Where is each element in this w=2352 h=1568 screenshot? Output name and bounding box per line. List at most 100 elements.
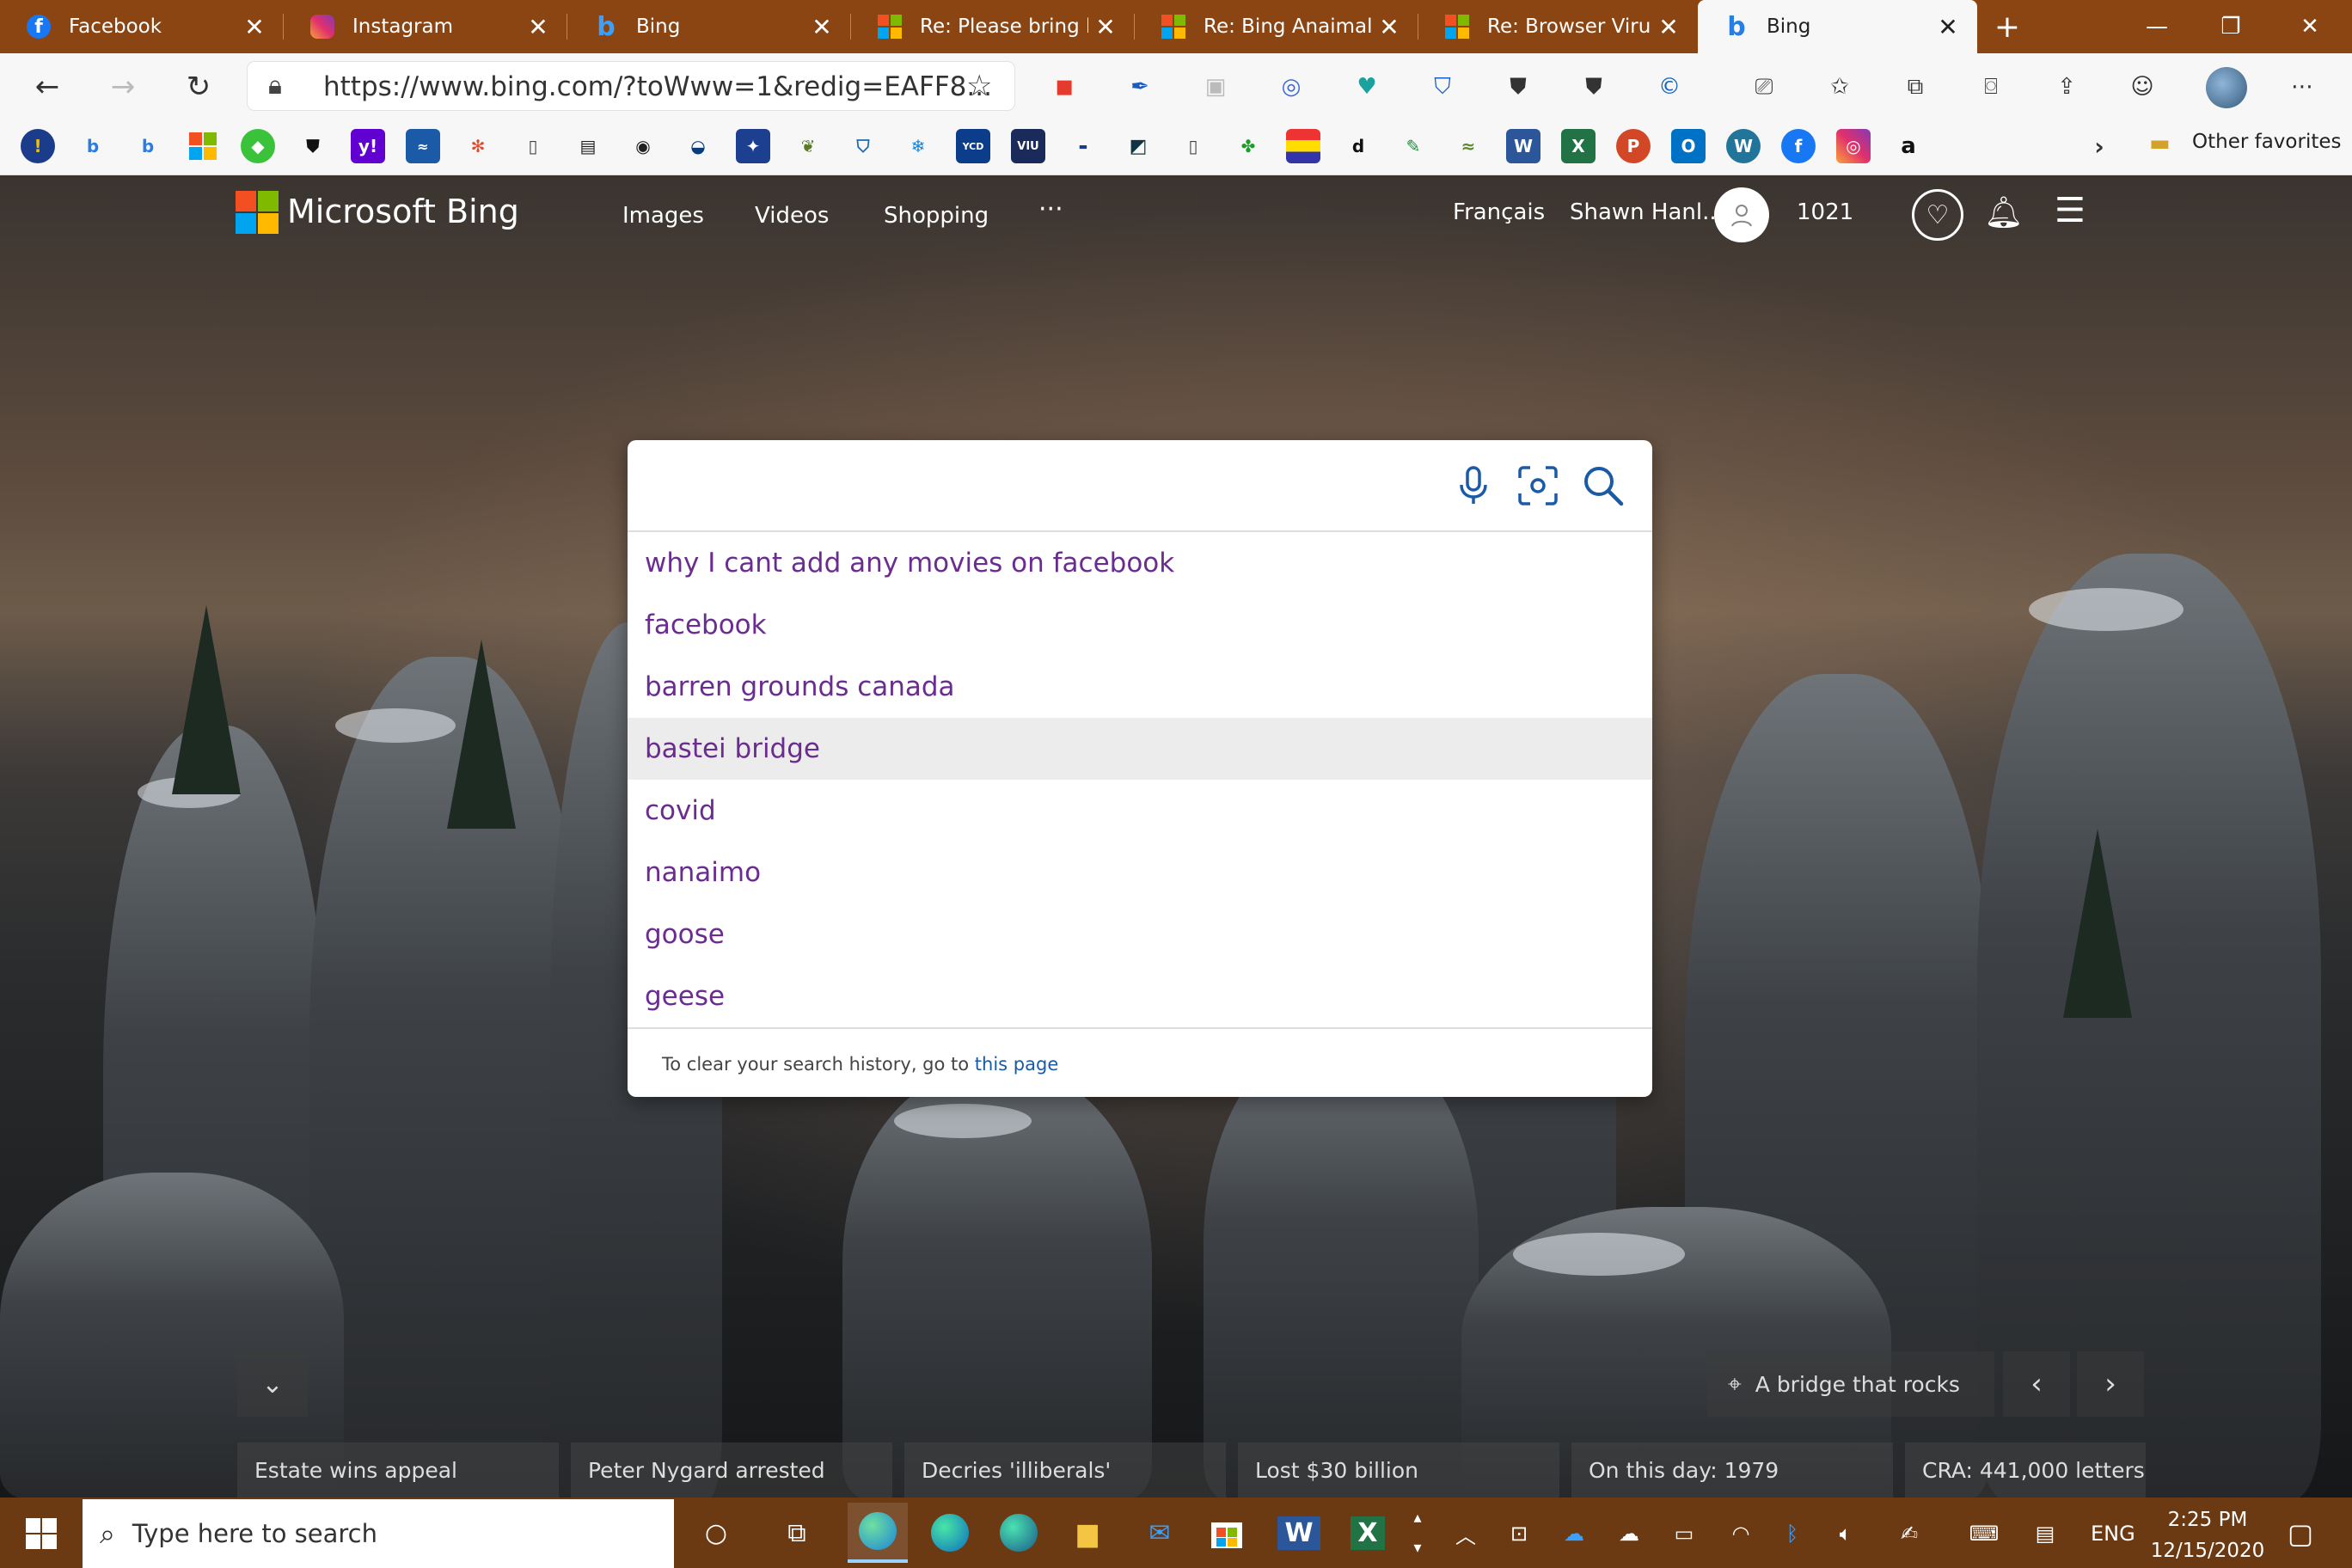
search-suggestion[interactable]: barren grounds canada <box>628 656 1652 718</box>
search-icon[interactable] <box>1582 464 1625 507</box>
microphone-icon[interactable] <box>1456 464 1491 507</box>
task-view-icon[interactable]: ⧉ <box>767 1503 827 1563</box>
outlook-favorite-icon[interactable]: O <box>1671 129 1706 163</box>
news-item[interactable]: Peter Nygard arrested <box>571 1442 892 1498</box>
chevron-right-icon[interactable]: › <box>2082 129 2116 163</box>
close-tab-icon[interactable]: ✕ <box>237 13 272 41</box>
notifications-bell-icon[interactable]: 🔔︎ <box>1984 194 2024 230</box>
restore-button[interactable]: ❐ <box>2194 0 2268 53</box>
close-window-button[interactable]: ✕ <box>2268 0 2352 53</box>
screenshot-icon[interactable]: ⌼ <box>1972 68 2010 106</box>
cortana-icon[interactable]: ○ <box>686 1503 746 1563</box>
profile-avatar[interactable] <box>2206 67 2247 108</box>
onedrive-icon[interactable]: ☁ <box>1553 1515 1596 1553</box>
windows-start-icon[interactable] <box>26 1518 57 1549</box>
c-extension-icon[interactable]: © <box>1651 68 1688 106</box>
close-tab-icon[interactable]: ✕ <box>1088 13 1123 41</box>
news-item[interactable]: On this day: 1979 <box>1571 1442 1893 1498</box>
search-suggestion[interactable]: covid <box>628 780 1652 842</box>
taskbar-scroll-arrows[interactable]: ▴ ▾ <box>1406 1503 1429 1563</box>
image-info-button[interactable]: ⌖ A bridge that rocks <box>1707 1351 1994 1417</box>
word-icon[interactable]: W <box>1269 1503 1329 1563</box>
news-item[interactable]: Lost $30 billion <box>1238 1442 1559 1498</box>
news-item[interactable]: CRA: 441,000 letters <box>1905 1442 2146 1498</box>
input-language[interactable]: ENG <box>2091 1522 2135 1546</box>
bus-favorite-icon[interactable]: ◉ <box>626 129 660 163</box>
visual-search-icon[interactable] <box>1516 464 1559 507</box>
favorite-icon[interactable]: ✻ <box>461 129 495 163</box>
user-avatar-icon[interactable] <box>1714 187 1769 242</box>
cast-icon[interactable]: ⎚ <box>1745 68 1783 106</box>
favorite-star-icon[interactable]: ☆ <box>966 69 992 103</box>
office-extension-icon[interactable]: ◼ <box>1045 68 1083 106</box>
wifi-icon[interactable]: ◠ <box>1719 1515 1762 1553</box>
favorite-icon[interactable]: ▬ <box>1066 129 1100 163</box>
favorite-icon[interactable]: ≈ <box>1451 129 1485 163</box>
excel-icon[interactable]: X <box>1338 1503 1398 1563</box>
favorite-icon[interactable]: ⛉ <box>846 129 880 163</box>
search-suggestion[interactable]: facebook <box>628 594 1652 656</box>
tab-re-please-bring-back[interactable]: Re: Please bring ba ✕ <box>851 0 1135 53</box>
wordpress-favorite-icon[interactable]: W <box>1726 129 1761 163</box>
shield-favorite-icon[interactable]: ⛊ <box>296 129 330 163</box>
tab-bing-1[interactable]: b Bing ✕ <box>567 0 851 53</box>
rewards-points[interactable]: 1021 <box>1797 199 1853 225</box>
search-suggestion-highlighted[interactable]: bastei bridge <box>628 718 1652 780</box>
edge-dev-icon[interactable] <box>989 1503 1049 1563</box>
taskbar-search-box[interactable]: ⌕ Type here to search <box>83 1499 674 1568</box>
clock[interactable]: 2:25 PM 12/15/2020 <box>2149 1504 2266 1566</box>
powerpoint-favorite-icon[interactable]: P <box>1616 129 1651 163</box>
language-link[interactable]: Français <box>1453 199 1545 225</box>
mail-icon[interactable]: ✉ <box>1130 1503 1190 1563</box>
microsoft-logo-icon[interactable] <box>236 191 279 234</box>
tab-bing-active[interactable]: b Bing ✕ <box>1698 0 1977 53</box>
rewards-heart-icon[interactable]: ♡ <box>1912 189 1963 241</box>
more-menu-icon[interactable]: ⋯ <box>2283 68 2321 106</box>
close-tab-icon[interactable]: ✕ <box>1931 13 1965 41</box>
tablet-mode-icon[interactable]: ▤ <box>2024 1515 2067 1553</box>
other-favorites[interactable]: Other favorites <box>2192 131 2342 153</box>
shield-icon[interactable]: ⛊ <box>1499 68 1537 106</box>
back-button[interactable]: ← <box>22 62 72 112</box>
favorite-icon[interactable]: ✦ <box>736 129 770 163</box>
touch-keyboard-icon[interactable]: ⌨ <box>1958 1515 2010 1553</box>
favorite-icon[interactable]: ◆ <box>241 129 275 163</box>
favorites-icon[interactable]: ✩ <box>1821 68 1859 106</box>
tab-re-bing-animals[interactable]: Re: Bing Anaimals ✕ <box>1135 0 1418 53</box>
tab-instagram[interactable]: Instagram ✕ <box>284 0 567 53</box>
favorite-icon[interactable]: ✤ <box>1231 129 1265 163</box>
bluetooth-icon[interactable]: ᛒ <box>1771 1515 1814 1553</box>
close-tab-icon[interactable]: ✕ <box>1372 13 1406 41</box>
instagram-favorite-icon[interactable]: ◎ <box>1836 129 1871 163</box>
favorite-icon[interactable]: ◩ <box>1121 129 1155 163</box>
share-icon[interactable]: ⇪ <box>2048 68 2086 106</box>
minimize-button[interactable]: — <box>2120 0 2194 53</box>
microsoft-favorite-icon[interactable] <box>186 129 220 163</box>
search-suggestion[interactable]: geese <box>628 965 1652 1027</box>
favorite-icon[interactable]: ❦ <box>791 129 825 163</box>
heart-extension-icon[interactable]: ♥ <box>1348 68 1386 106</box>
snowflake-favorite-icon[interactable]: ❄ <box>901 129 935 163</box>
edge-icon[interactable] <box>920 1503 980 1563</box>
search-suggestion[interactable]: goose <box>628 903 1652 965</box>
nav-more[interactable]: ··· <box>1038 194 1063 224</box>
favorite-icon[interactable]: YCD <box>956 129 990 163</box>
hamburger-menu-icon[interactable]: ☰ <box>2055 191 2086 230</box>
search-suggestion[interactable]: why I cant add any movies on facebook <box>628 532 1652 594</box>
amazon-favorite-icon[interactable]: a <box>1891 129 1926 163</box>
expand-chevron-down-icon[interactable]: ⌄ <box>237 1351 308 1417</box>
page-favorite-icon[interactable]: ▯ <box>1176 129 1210 163</box>
close-tab-icon[interactable]: ✕ <box>521 13 555 41</box>
forward-button[interactable]: → <box>98 62 148 112</box>
edge-beta-icon[interactable] <box>848 1503 908 1563</box>
nav-videos[interactable]: Videos <box>755 203 829 229</box>
file-explorer-icon[interactable]: ▆ <box>1057 1503 1118 1563</box>
tray-app-icon[interactable]: ⊡ <box>1498 1515 1540 1553</box>
user-name[interactable]: Shawn Hanl... <box>1570 199 1724 225</box>
bing-favorite-icon[interactable]: b <box>76 129 110 163</box>
close-tab-icon[interactable]: ✕ <box>805 13 839 41</box>
volume-muted-icon[interactable]: 🔈︎ <box>1824 1515 1867 1553</box>
clear-history-link[interactable]: this page <box>975 1054 1058 1075</box>
show-hidden-icons-chevron-up-icon[interactable]: ︿ <box>1444 1515 1487 1553</box>
page-favorite-icon[interactable]: ▯ <box>516 129 550 163</box>
